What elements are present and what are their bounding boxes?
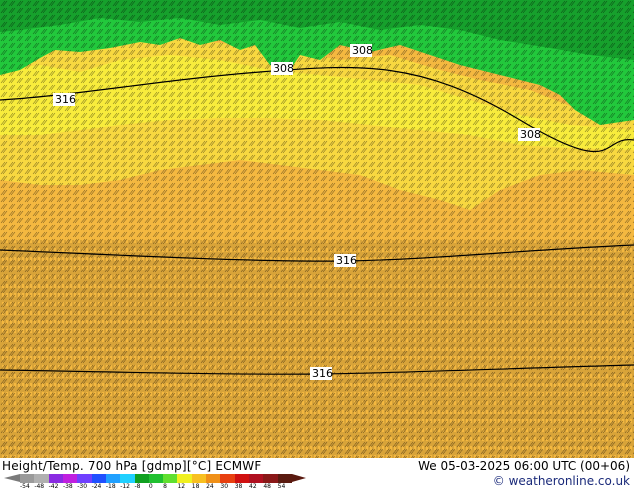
scale-swatch <box>134 474 149 483</box>
svg-text:316: 316 <box>336 254 357 267</box>
svg-text:316: 316 <box>312 367 333 380</box>
scale-swatch <box>148 474 164 483</box>
map-title: Height/Temp. 700 hPa [gdmp][°C] ECMWF <box>2 459 262 473</box>
valid-time: We 05-03-2025 06:00 UTC (00+06) <box>418 459 630 473</box>
contour-label: 316 <box>334 254 357 267</box>
map-footer: Height/Temp. 700 hPa [gdmp][°C] ECMWF We… <box>0 458 634 490</box>
contour-label: 316 <box>310 367 333 380</box>
contour-label: 316 <box>53 93 76 106</box>
scale-swatch <box>120 474 135 483</box>
svg-text:308: 308 <box>273 62 294 75</box>
weather-map: 308 308 316 308 316 316 <box>0 0 634 458</box>
contour-label: 308 <box>271 62 294 75</box>
scale-swatch <box>220 474 235 483</box>
contour-label: 308 <box>518 128 541 141</box>
scale-swatch <box>177 474 192 483</box>
scale-swatch <box>91 474 106 483</box>
color-scale-bar <box>20 474 292 483</box>
scale-swatch <box>48 474 63 483</box>
svg-text:308: 308 <box>520 128 541 141</box>
scale-swatch <box>163 474 178 483</box>
scale-swatch <box>263 474 278 483</box>
svg-text:316: 316 <box>55 93 76 106</box>
map-canvas: 308 308 316 308 316 316 <box>0 0 634 458</box>
scale-swatch <box>105 474 121 483</box>
svg-text:308: 308 <box>352 44 373 57</box>
site-credit-link[interactable]: © weatheronline.co.uk <box>493 474 630 488</box>
scale-swatch <box>191 474 207 483</box>
scale-swatch <box>249 474 264 483</box>
scale-swatch <box>20 474 35 483</box>
scale-swatch <box>277 474 292 483</box>
scale-swatch <box>234 474 249 483</box>
scale-arrow-right <box>292 474 306 482</box>
scale-swatch <box>34 474 49 483</box>
scale-swatch <box>62 474 78 483</box>
contour-label: 308 <box>350 44 373 57</box>
scale-swatch <box>206 474 221 483</box>
scale-swatch <box>77 474 92 483</box>
scale-arrow-left <box>4 474 20 482</box>
wind-overlay-vertical <box>0 240 634 458</box>
